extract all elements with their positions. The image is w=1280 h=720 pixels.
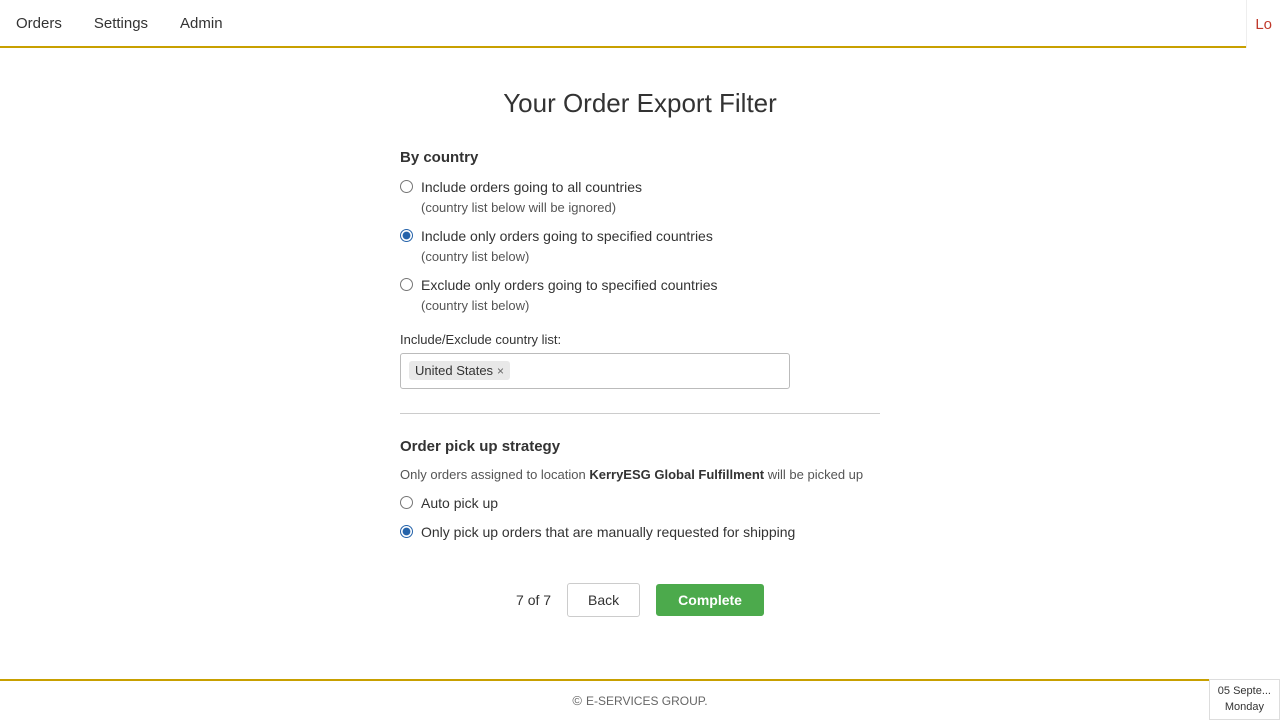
complete-button[interactable]: Complete xyxy=(656,584,764,616)
radio-auto-pickup[interactable]: Auto pick up xyxy=(400,494,880,514)
radio-all-countries[interactable]: Include orders going to all countries (c… xyxy=(400,178,880,217)
footer-copyright: E-SERVICES GROUP. xyxy=(586,694,708,708)
radio-manual-pickup-input[interactable] xyxy=(400,525,413,538)
form-footer-nav: 7 of 7 Back Complete xyxy=(400,583,880,637)
radio-all-countries-sub: (country list below will be ignored) xyxy=(421,200,616,215)
pagination-indicator: 7 of 7 xyxy=(516,592,551,608)
date-widget: 05 Septe... Monday xyxy=(1209,679,1280,720)
main-content: Your Order Export Filter By country Incl… xyxy=(0,48,1280,679)
page-title: Your Order Export Filter xyxy=(503,88,777,119)
country-tag-us-remove[interactable]: × xyxy=(497,365,504,377)
footer-icon: © xyxy=(572,693,582,708)
top-navigation: Orders Settings Admin Lo xyxy=(0,0,1280,48)
by-country-heading: By country xyxy=(400,149,880,166)
radio-include-specified-sub: (country list below) xyxy=(421,249,529,264)
country-tag-us-label: United States xyxy=(415,363,493,378)
radio-all-countries-label: Include orders going to all countries xyxy=(421,179,642,195)
country-tag-us: United States × xyxy=(409,361,510,380)
radio-exclude-specified-input[interactable] xyxy=(400,278,413,291)
nav-orders[interactable]: Orders xyxy=(16,11,62,36)
country-list-label: Include/Exclude country list: xyxy=(400,332,880,347)
nav-admin[interactable]: Admin xyxy=(180,11,223,36)
radio-exclude-specified-sub: (country list below) xyxy=(421,298,529,313)
pickup-radio-group: Auto pick up Only pick up orders that ar… xyxy=(400,494,880,543)
pickup-strategy-description: Only orders assigned to location KerryES… xyxy=(400,467,880,482)
radio-manual-pickup[interactable]: Only pick up orders that are manually re… xyxy=(400,523,880,543)
nav-settings[interactable]: Settings xyxy=(94,11,148,36)
page-footer: © E-SERVICES GROUP. xyxy=(0,679,1280,720)
nav-right-area: Lo xyxy=(1246,0,1280,48)
nav-right-label[interactable]: Lo xyxy=(1246,0,1280,48)
radio-manual-pickup-label: Only pick up orders that are manually re… xyxy=(421,523,795,543)
country-tag-input[interactable]: United States × xyxy=(400,353,790,389)
pickup-desc-suffix: will be picked up xyxy=(764,467,863,482)
radio-all-countries-input[interactable] xyxy=(400,180,413,193)
form-section: By country Include orders going to all c… xyxy=(400,149,880,637)
pickup-strategy-heading: Order pick up strategy xyxy=(400,438,880,455)
radio-include-specified-input[interactable] xyxy=(400,229,413,242)
radio-exclude-specified-label: Exclude only orders going to specified c… xyxy=(421,277,718,293)
radio-include-specified[interactable]: Include only orders going to specified c… xyxy=(400,227,880,266)
back-button[interactable]: Back xyxy=(567,583,640,617)
country-radio-group: Include orders going to all countries (c… xyxy=(400,178,880,316)
pickup-desc-prefix: Only orders assigned to location xyxy=(400,467,589,482)
pickup-strategy-section: Order pick up strategy Only orders assig… xyxy=(400,438,880,543)
pickup-location-name: KerryESG Global Fulfillment xyxy=(589,467,764,482)
section-divider xyxy=(400,413,880,414)
radio-include-specified-label: Include only orders going to specified c… xyxy=(421,228,713,244)
date-line2: Monday xyxy=(1218,700,1271,715)
date-line1: 05 Septe... xyxy=(1218,684,1271,699)
radio-exclude-specified[interactable]: Exclude only orders going to specified c… xyxy=(400,276,880,315)
radio-auto-pickup-label: Auto pick up xyxy=(421,494,498,514)
by-country-section: By country Include orders going to all c… xyxy=(400,149,880,389)
radio-auto-pickup-input[interactable] xyxy=(400,496,413,509)
